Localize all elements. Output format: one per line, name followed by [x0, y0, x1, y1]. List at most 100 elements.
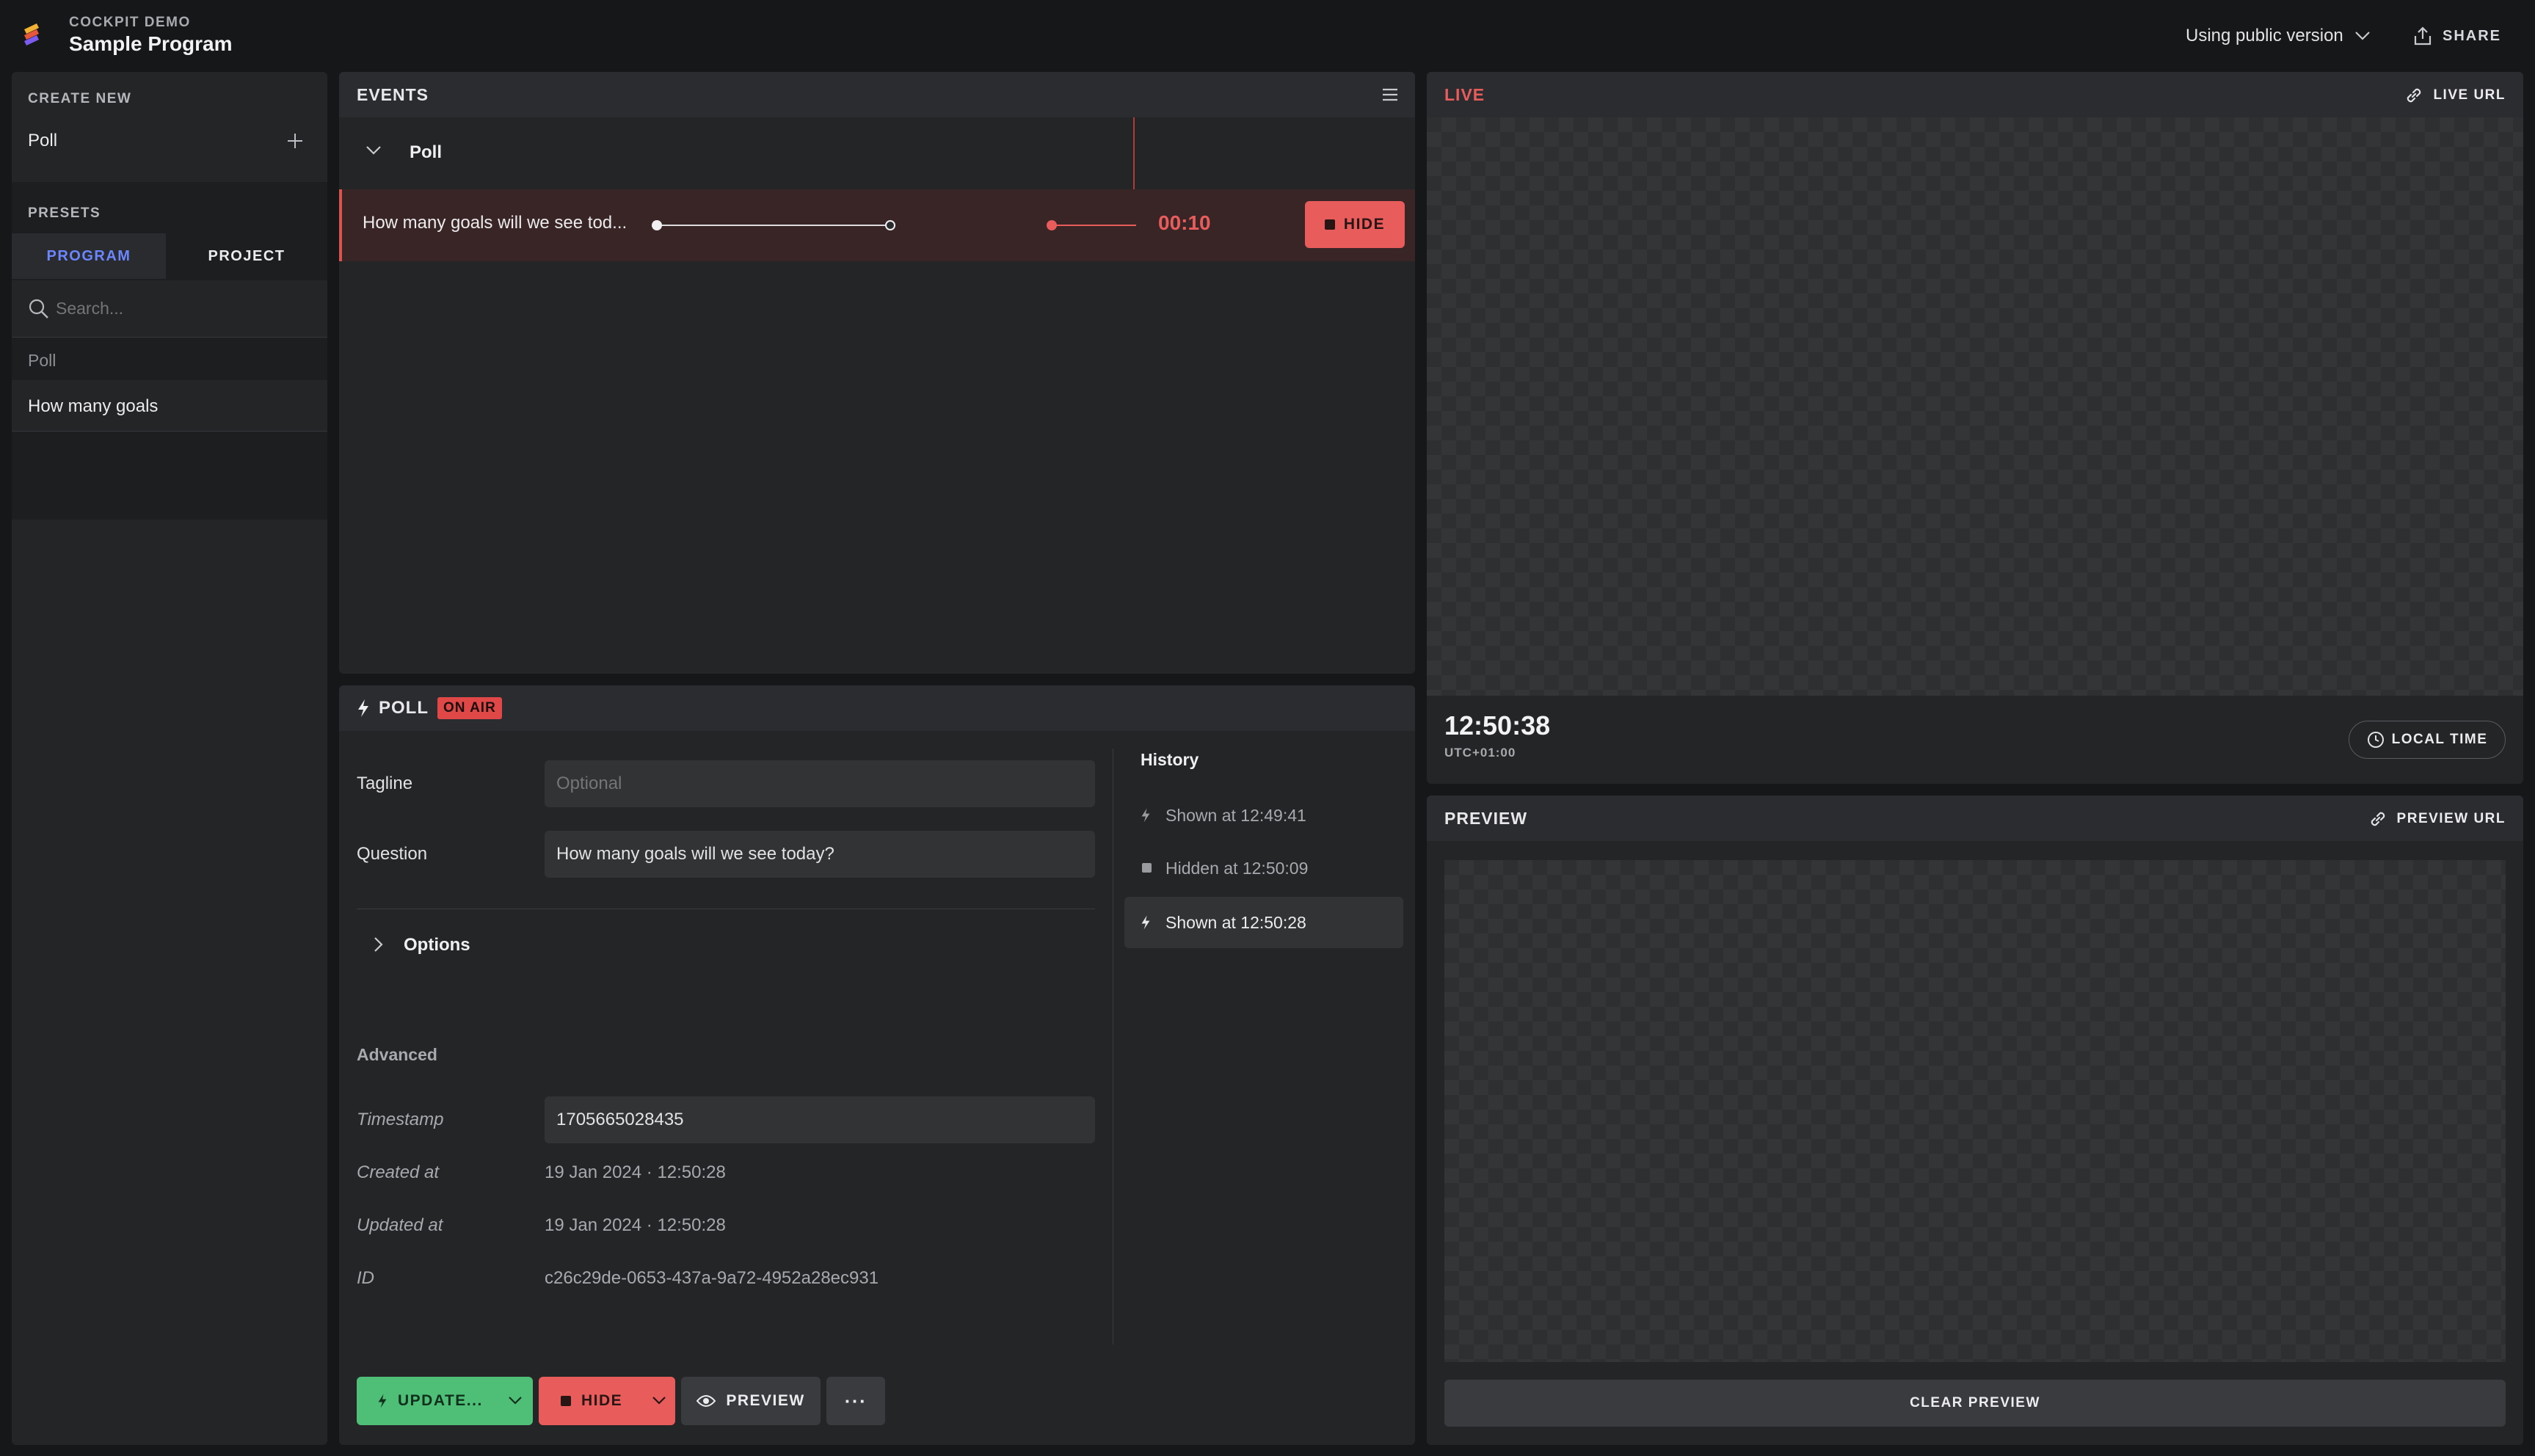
event-row-text: How many goals will we see tod...: [363, 213, 628, 233]
live-header: LIVE: [1427, 72, 2523, 117]
create-poll-label: Poll: [28, 131, 58, 150]
local-time-button[interactable]: LOCAL TIME: [2349, 721, 2506, 759]
share-icon: [2413, 26, 2432, 46]
timestamp-label: Timestamp: [357, 1110, 444, 1129]
chevron-down-icon[interactable]: [508, 1396, 523, 1406]
chevron-down-icon[interactable]: [365, 145, 382, 156]
stop-icon: [1142, 863, 1152, 873]
id-label: ID: [357, 1268, 374, 1288]
timeline-end-marker: [885, 220, 895, 230]
question-label: Question: [357, 844, 428, 864]
clock-icon: [2367, 731, 2385, 749]
history-item-selected[interactable]: Shown at 12:50:28: [1124, 897, 1403, 948]
history-item[interactable]: Shown at 12:49:41: [1124, 791, 1403, 840]
more-actions-button[interactable]: ···: [826, 1377, 885, 1425]
timeline-live-segment: [1051, 225, 1136, 226]
advanced-heading: Advanced: [357, 1045, 437, 1064]
version-dropdown[interactable]: Using public version: [2186, 23, 2371, 48]
preview-canvas: [1444, 860, 2506, 1362]
events-title: EVENTS: [357, 84, 429, 104]
timeline-live-marker: [1047, 220, 1057, 230]
created-at-label: Created at: [357, 1162, 440, 1182]
event-timeline-track: [656, 225, 891, 226]
preview-button[interactable]: PREVIEW: [681, 1377, 821, 1425]
question-value: How many goals will we see today?: [556, 844, 834, 864]
presets-section: [12, 182, 327, 520]
tab-program[interactable]: PROGRAM: [12, 233, 166, 279]
event-hide-label: HIDE: [1343, 216, 1386, 233]
link-icon: [2404, 85, 2424, 106]
live-timezone: UTC+01:00: [1444, 746, 1516, 760]
timestamp-field[interactable]: 1705665028435: [545, 1096, 1095, 1143]
presets-heading: PRESETS: [28, 205, 101, 221]
stop-icon: [1324, 219, 1335, 230]
preview-url-button[interactable]: PREVIEW URL: [2368, 807, 2506, 831]
bolt-icon: [377, 1393, 388, 1409]
preview-label: PREVIEW: [726, 1392, 805, 1409]
hide-button[interactable]: HIDE: [539, 1377, 675, 1425]
menu-icon[interactable]: [1381, 87, 1399, 103]
options-label: Options: [404, 935, 470, 955]
create-poll-item[interactable]: Poll: [12, 117, 327, 164]
tagline-label: Tagline: [357, 774, 413, 793]
live-canvas: [1427, 117, 2523, 696]
preview-url-label: PREVIEW URL: [2396, 811, 2506, 826]
history-title: History: [1141, 750, 1199, 769]
preset-item[interactable]: How many goals: [12, 380, 327, 432]
history-item[interactable]: Hidden at 12:50:09: [1124, 844, 1403, 892]
local-time-label: LOCAL TIME: [2391, 732, 2488, 747]
event-row[interactable]: How many goals will we see tod... 00:10 …: [339, 189, 1415, 261]
live-title: LIVE: [1444, 84, 1485, 104]
live-url-button[interactable]: LIVE URL: [2404, 84, 2506, 107]
chevron-down-icon: [2354, 30, 2371, 42]
options-toggle[interactable]: Options: [357, 928, 724, 960]
preset-group-label: Poll: [28, 351, 57, 370]
live-url-label: LIVE URL: [2433, 87, 2506, 103]
search-icon: [28, 298, 50, 320]
id-value: c26c29de-0653-437a-9a72-4952a28ec931: [545, 1268, 879, 1288]
event-group-poll[interactable]: Poll: [339, 117, 1132, 188]
create-new-heading: CREATE NEW: [28, 91, 132, 106]
search-input[interactable]: [56, 295, 305, 321]
chevron-down-icon[interactable]: [652, 1396, 666, 1406]
tagline-field[interactable]: [545, 760, 1095, 807]
event-group-label: Poll: [410, 142, 443, 162]
bolt-icon: [1141, 914, 1151, 931]
clear-preview-label: CLEAR PREVIEW: [1910, 1395, 2040, 1410]
tab-project[interactable]: PROJECT: [166, 233, 327, 279]
history-item-label: Shown at 12:50:28: [1165, 913, 1306, 932]
share-button[interactable]: SHARE: [2413, 23, 2501, 48]
program-name[interactable]: Sample Program: [69, 32, 233, 56]
chevron-right-icon: [373, 936, 383, 953]
hide-label: HIDE: [581, 1392, 623, 1409]
question-field[interactable]: How many goals will we see today?: [545, 831, 1095, 878]
share-label: SHARE: [2443, 27, 2502, 44]
timestamp-value: 1705665028435: [556, 1110, 684, 1129]
updated-at-value: 19 Jan 2024 · 12:50:28: [545, 1215, 726, 1235]
preview-panel: PREVIEW PREVIEW URL CLEAR PREVIEW: [1427, 796, 2523, 1445]
bolt-icon: [1141, 807, 1151, 823]
eye-icon: [697, 1394, 716, 1408]
top-bar: COCKPIT DEMO Sample Program Using public…: [0, 0, 2535, 70]
updated-at-label: Updated at: [357, 1215, 443, 1235]
version-label: Using public version: [2186, 26, 2343, 46]
app-logo-icon: [22, 22, 41, 48]
created-at-value: 19 Jan 2024 · 12:50:28: [545, 1162, 726, 1182]
events-panel: EVENTS Poll How many goals will we see t…: [339, 72, 1415, 674]
clear-preview-button[interactable]: CLEAR PREVIEW: [1444, 1380, 2506, 1427]
preview-title: PREVIEW: [1444, 808, 1528, 828]
events-header: EVENTS: [339, 72, 1415, 117]
poll-editor-header: POLL ON AIR: [339, 685, 1415, 731]
search-box[interactable]: [12, 280, 327, 338]
poll-editor-panel: POLL ON AIR Tagline Question How many go…: [339, 685, 1415, 1445]
event-timer: 00:10: [1158, 211, 1211, 234]
update-button[interactable]: UPDATE...: [357, 1377, 533, 1425]
tagline-input[interactable]: [556, 774, 1083, 794]
link-icon: [2368, 809, 2388, 829]
plus-icon[interactable]: [286, 132, 304, 150]
update-label: UPDATE...: [398, 1392, 483, 1409]
live-clock: 12:50:38: [1444, 710, 1551, 740]
event-hide-button[interactable]: HIDE: [1305, 201, 1405, 248]
poll-editor-title: POLL: [379, 698, 429, 718]
stop-icon: [561, 1396, 571, 1406]
